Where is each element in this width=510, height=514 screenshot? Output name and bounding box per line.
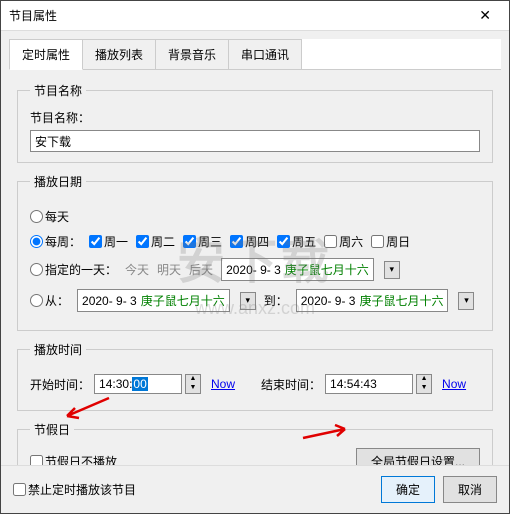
tab-playlist[interactable]: 播放列表: [82, 39, 156, 69]
tab-bar: 定时属性 播放列表 背景音乐 串口通讯: [9, 39, 501, 70]
spin-up-icon[interactable]: ▲: [186, 375, 200, 384]
input-end-time[interactable]: 14:54:43: [325, 374, 413, 394]
spin-down-icon[interactable]: ▼: [417, 384, 431, 393]
tab-bgm[interactable]: 背景音乐: [155, 39, 229, 69]
date-picker-to[interactable]: 2020- 9- 3 庚子鼠七月十六: [296, 289, 449, 312]
tab-serial[interactable]: 串口通讯: [228, 39, 302, 69]
spin-up-icon[interactable]: ▲: [417, 375, 431, 384]
dialog-footer: 禁止定时播放该节目 确定 取消: [1, 465, 509, 513]
chevron-down-icon[interactable]: ▾: [458, 292, 474, 310]
legend-program-name: 节目名称: [30, 82, 86, 99]
check-tue[interactable]: 周二: [136, 233, 175, 250]
radio-specific-input[interactable]: [30, 263, 43, 276]
chevron-down-icon[interactable]: ▾: [240, 292, 256, 310]
check-fri[interactable]: 周五: [277, 233, 316, 250]
radio-daily-input[interactable]: [30, 210, 43, 223]
close-icon[interactable]: ✕: [469, 5, 501, 26]
check-sat[interactable]: 周六: [324, 233, 363, 250]
radio-weekly-input[interactable]: [30, 235, 43, 248]
tab-timer-props[interactable]: 定时属性: [9, 39, 83, 70]
radio-range[interactable]: 从：: [30, 292, 69, 309]
chevron-down-icon[interactable]: ▾: [384, 261, 400, 279]
label-program-name: 节目名称：: [30, 109, 480, 126]
label-to: 到：: [264, 292, 288, 309]
tab-content: 节目名称 节目名称： 播放日期 每天 每周： 周一 周二 周三 周四: [1, 70, 509, 508]
ok-button[interactable]: 确定: [381, 476, 435, 503]
input-start-time[interactable]: 14:30:00: [94, 374, 182, 394]
radio-range-input[interactable]: [30, 294, 43, 307]
dialog-window: 节目属性 ✕ 定时属性 播放列表 背景音乐 串口通讯 节目名称 节目名称： 播放…: [0, 0, 510, 514]
titlebar: 节目属性 ✕: [1, 1, 509, 31]
label-start-time: 开始时间：: [30, 376, 90, 393]
check-mon[interactable]: 周一: [89, 233, 128, 250]
check-wed[interactable]: 周三: [183, 233, 222, 250]
radio-weekly[interactable]: 每周：: [30, 233, 81, 250]
btn-today[interactable]: 今天: [125, 261, 149, 278]
check-thu[interactable]: 周四: [230, 233, 269, 250]
radio-daily[interactable]: 每天: [30, 208, 69, 225]
group-play-date: 播放日期 每天 每周： 周一 周二 周三 周四 周五 周六 周日: [17, 173, 493, 331]
legend-play-time: 播放时间: [30, 341, 86, 358]
group-program-name: 节目名称 节目名称：: [17, 82, 493, 163]
btn-aftertomorrow[interactable]: 后天: [189, 261, 213, 278]
window-title: 节目属性: [9, 7, 57, 24]
date-picker-specific[interactable]: 2020- 9- 3 庚子鼠七月十六: [221, 258, 374, 281]
label-end-time: 结束时间：: [261, 376, 321, 393]
link-now-start[interactable]: Now: [211, 377, 235, 391]
date-picker-from[interactable]: 2020- 9- 3 庚子鼠七月十六: [77, 289, 230, 312]
input-program-name[interactable]: [30, 130, 480, 152]
check-sun[interactable]: 周日: [371, 233, 410, 250]
cancel-button[interactable]: 取消: [443, 476, 497, 503]
spin-down-icon[interactable]: ▼: [186, 384, 200, 393]
group-play-time: 播放时间 开始时间： 14:30:00 ▲ ▼ Now 结束时间： 14:54:…: [17, 341, 493, 411]
link-now-end[interactable]: Now: [442, 377, 466, 391]
radio-specific-day[interactable]: 指定的一天：: [30, 261, 117, 278]
spinner-start[interactable]: ▲ ▼: [185, 374, 201, 394]
check-forbid-timer[interactable]: 禁止定时播放该节目: [13, 481, 136, 498]
spinner-end[interactable]: ▲ ▼: [416, 374, 432, 394]
legend-play-date: 播放日期: [30, 173, 86, 190]
btn-tomorrow[interactable]: 明天: [157, 261, 181, 278]
legend-holiday: 节假日: [30, 421, 74, 438]
